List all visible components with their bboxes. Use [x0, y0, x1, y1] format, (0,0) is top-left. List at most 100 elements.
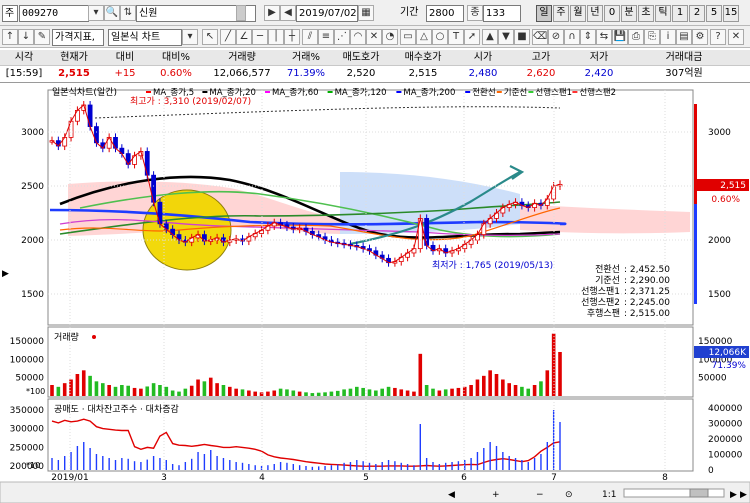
interval-button-9[interactable]: 2: [689, 5, 705, 22]
next-icon[interactable]: ▶: [264, 5, 280, 21]
erase-all-icon[interactable]: ⊘: [548, 29, 564, 45]
prev-icon[interactable]: ◀: [280, 5, 296, 21]
help-icon[interactable]: ?: [710, 29, 726, 45]
up-arrow-icon[interactable]: ↑: [2, 29, 18, 45]
compare-icon[interactable]: ⇆: [596, 29, 612, 45]
side-collapse-icon[interactable]: ▶: [2, 269, 9, 279]
ichimoku-value-2: : 2,371.25: [624, 287, 670, 297]
volume-bar-19: [170, 390, 175, 396]
volume-bar-57: [412, 391, 416, 396]
settings-icon[interactable]: ⚙: [692, 29, 708, 45]
arrow-tool-icon[interactable]: ➚: [464, 29, 480, 45]
table-icon[interactable]: ▤: [676, 29, 692, 45]
interval-button-7[interactable]: 틱: [655, 5, 671, 22]
price-scale-red-bar: [694, 104, 697, 204]
edit-icon[interactable]: ✎: [34, 29, 50, 45]
down-arrow-icon[interactable]: ↓: [18, 29, 34, 45]
chart-type-dropdown-icon[interactable]: ▾: [182, 29, 198, 45]
cursor-tool-icon[interactable]: ↖: [202, 29, 218, 45]
up-mark-icon[interactable]: ▲: [482, 29, 498, 45]
trend-tool-icon[interactable]: ∠: [236, 29, 252, 45]
search-icon[interactable]: 🔍: [104, 5, 120, 21]
hline-tool-icon[interactable]: ─: [252, 29, 268, 45]
scroll-right-icon[interactable]: ▶: [730, 490, 737, 500]
fan-tool-icon[interactable]: ⋰: [334, 29, 350, 45]
fibo-tool-icon[interactable]: ≡: [318, 29, 334, 45]
rect-tool-icon[interactable]: ▭: [400, 29, 416, 45]
price-scale-blue-bar: [694, 204, 697, 304]
count-toggle-icon[interactable]: 종: [467, 5, 483, 21]
quote-value-2: +15: [114, 68, 136, 79]
interval-button-4[interactable]: 0: [604, 5, 620, 22]
interval-button-2[interactable]: 월: [570, 5, 586, 22]
stock-code-input[interactable]: 009270: [19, 5, 89, 22]
stock-chart[interactable]: 일본식차트(일간) MA_종가,5 MA_종가,20 MA_종가,60 MA_종가,12…: [0, 84, 750, 503]
highlight-circle: [142, 189, 232, 271]
cycle-tool-icon[interactable]: ◔: [382, 29, 398, 45]
count-input[interactable]: 133: [483, 5, 521, 22]
volume-bar-28: [228, 386, 232, 396]
arc-tool-icon[interactable]: ◠: [350, 29, 366, 45]
copy-icon[interactable]: ⎘: [644, 29, 660, 45]
credit-panel-title: 공매도 · 대차잔고주수 · 대차증감: [54, 403, 179, 415]
quote-header-8: 시가: [473, 52, 493, 63]
volume-bar-12: [126, 385, 130, 396]
vline-tool-icon[interactable]: │: [268, 29, 284, 45]
color-tool-icon[interactable]: ■: [514, 29, 530, 45]
volume-bar-24: [202, 381, 207, 396]
interval-button-3[interactable]: 년: [587, 5, 603, 22]
date-input[interactable]: 2019/07/02: [296, 5, 358, 22]
scroll-thumb[interactable]: [689, 488, 709, 498]
triangle-tool-icon[interactable]: △: [416, 29, 432, 45]
drawing-toolbar: ↑ ↓ ✎ 가격지표, 일본식 차트 ▾ ↖ ╱ ∠ ─ │ ┼ ⫽ ≡ ⋰ ◠…: [0, 26, 750, 48]
current-pct-value: 0.60%: [711, 195, 740, 205]
text-tool-icon[interactable]: T: [448, 29, 464, 45]
interval-button-8[interactable]: 1: [672, 5, 688, 22]
magnet-icon[interactable]: ∩: [564, 29, 580, 45]
ellipse-tool-icon[interactable]: ○: [432, 29, 448, 45]
down-mark-icon[interactable]: ▼: [498, 29, 514, 45]
period-input[interactable]: 2800: [426, 5, 464, 22]
zoom-out-icon[interactable]: −: [536, 490, 544, 500]
print-icon[interactable]: ⎙: [628, 29, 644, 45]
indicator-menu[interactable]: 가격지표,: [52, 29, 104, 46]
interval-button-0[interactable]: 일: [536, 5, 552, 22]
channel-tool-icon[interactable]: ⫽: [302, 29, 318, 45]
volume-panel-title: 거래량: [54, 331, 79, 343]
delete-tool-icon[interactable]: ⌫: [532, 29, 548, 45]
volume-bar-75: [526, 388, 531, 396]
interval-button-1[interactable]: 주: [553, 5, 569, 22]
zoom-in-icon[interactable]: +: [492, 490, 500, 500]
interval-button-10[interactable]: 5: [706, 5, 722, 22]
volume-bar-64: [456, 387, 461, 396]
gann-tool-icon[interactable]: ✕: [366, 29, 382, 45]
name-lookup-icon[interactable]: [236, 5, 246, 21]
interval-button-6[interactable]: 초: [638, 5, 654, 22]
interval-button-5[interactable]: 분: [621, 5, 637, 22]
line-tool-icon[interactable]: ╱: [220, 29, 236, 45]
chart-type-select[interactable]: 일본식 차트: [108, 29, 182, 46]
code-dropdown-icon[interactable]: ▾: [88, 5, 104, 21]
price-axis-label-right-3: 1500: [708, 290, 731, 300]
interval-button-11[interactable]: 15: [723, 5, 739, 22]
volume-marker: [92, 335, 96, 339]
reset-icon[interactable]: ⊙: [565, 490, 573, 500]
volume-bar-14: [139, 388, 143, 396]
calendar-icon[interactable]: ▦: [358, 5, 374, 21]
volume-axis-label-left-1: 100000: [10, 355, 45, 365]
cross-tool-icon[interactable]: ┼: [284, 29, 300, 45]
legend-label-5: 전환선: [472, 87, 495, 98]
scroll-left-icon[interactable]: ◀: [448, 490, 455, 500]
info-icon[interactable]: i: [660, 29, 676, 45]
scroll-end-icon[interactable]: ▶: [740, 490, 747, 500]
quote-header-10: 저가: [589, 52, 609, 63]
scale-icon[interactable]: ⇕: [580, 29, 596, 45]
volume-bar-72: [507, 383, 511, 396]
market-type-field[interactable]: 주: [2, 5, 18, 22]
ichimoku-value-1: : 2,290.00: [624, 276, 670, 286]
history-icon[interactable]: ⇅: [120, 5, 136, 21]
save-icon[interactable]: 💾: [612, 29, 628, 45]
quote-header-6: 매도호가: [342, 52, 380, 63]
scroll-track[interactable]: [623, 488, 725, 498]
close-icon[interactable]: ✕: [728, 29, 744, 45]
